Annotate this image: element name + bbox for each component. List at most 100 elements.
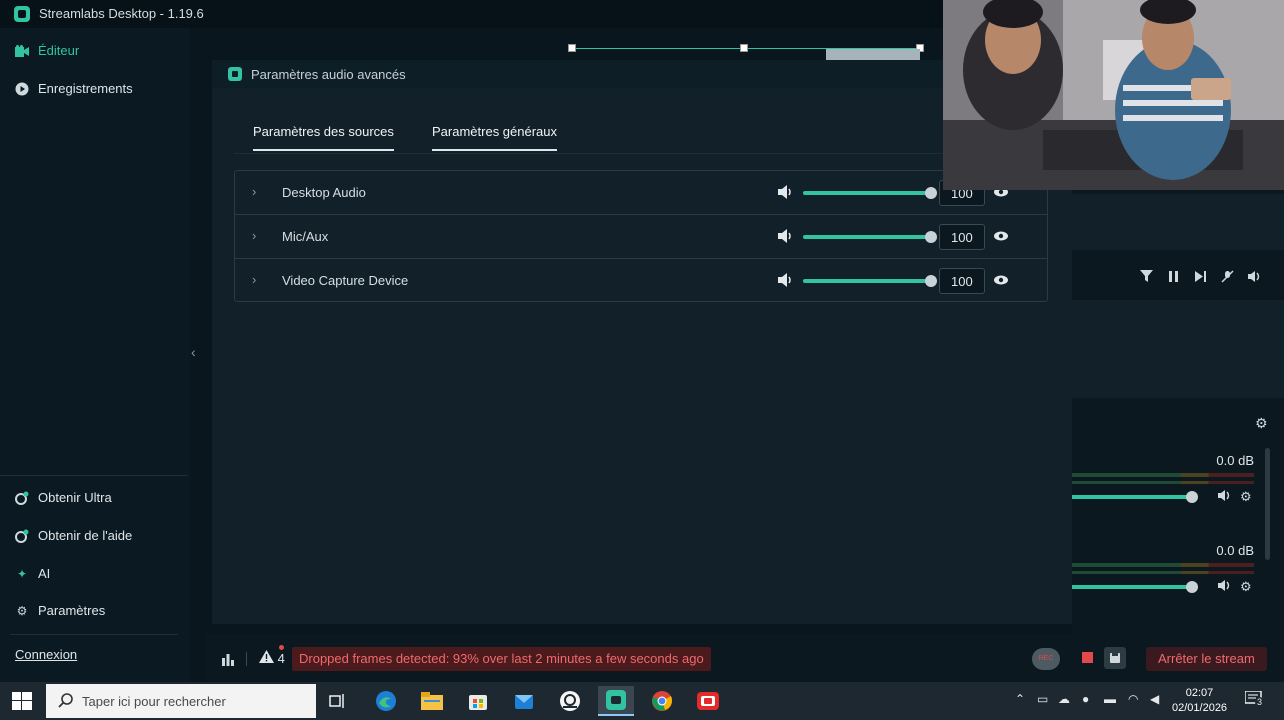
dropped-frames-alert[interactable]: Dropped frames detected: 93% over last 2…: [292, 647, 711, 671]
slider-track: [1072, 585, 1192, 589]
volume-slider[interactable]: [803, 187, 937, 199]
source-name: Mic/Aux: [282, 229, 329, 244]
volume-icon[interactable]: [1248, 270, 1262, 286]
speaker-icon[interactable]: ◀: [1150, 692, 1159, 706]
modal-title: Paramètres audio avancés: [251, 67, 406, 82]
cloud-icon[interactable]: ☁: [1058, 692, 1070, 706]
file-explorer-icon[interactable]: [414, 686, 450, 716]
speaker-icon[interactable]: [1218, 489, 1231, 505]
record-button[interactable]: REC: [1032, 648, 1060, 670]
sidebar-item-editor[interactable]: Éditeur: [15, 43, 79, 58]
device-icon[interactable]: ▭: [1037, 692, 1048, 706]
eye-icon[interactable]: [993, 271, 1009, 289]
windows-start-icon[interactable]: [12, 692, 32, 710]
notification-center-icon[interactable]: 3: [1244, 690, 1265, 710]
slider-handle[interactable]: [925, 187, 937, 199]
youtube-icon[interactable]: [690, 686, 726, 716]
chevron-right-icon[interactable]: ›: [252, 272, 256, 287]
slider-handle[interactable]: [1186, 581, 1198, 593]
streamlabs-taskbar-icon[interactable]: [598, 686, 634, 716]
webcam-overlay: [943, 0, 1284, 190]
resize-handle[interactable]: [740, 44, 748, 52]
mixer-scrollbar[interactable]: [1265, 448, 1270, 560]
gear-icon: ⚙: [16, 603, 28, 618]
channel-db-readout: 0.0 dB: [1216, 453, 1254, 468]
mail-icon[interactable]: [506, 686, 542, 716]
mute-mic-icon[interactable]: [1221, 270, 1234, 286]
slider-track: [803, 279, 931, 283]
volume-slider[interactable]: [803, 275, 937, 287]
sidebar-item-label: AI: [38, 566, 51, 581]
volume-input[interactable]: 100: [939, 268, 985, 294]
windows-taskbar: Taper ici pour rechercher ⌃ ▭ ☁ ● ▬ ◠ ◀ …: [0, 682, 1284, 720]
status-footer: 4 Dropped frames detected: 93% over last…: [206, 634, 1284, 682]
sidebar-item-ai[interactable]: ✦ AI: [15, 566, 50, 581]
level-meter: [1072, 481, 1254, 484]
source-name: Desktop Audio: [282, 185, 366, 200]
volume-slider[interactable]: [803, 231, 937, 243]
clock-time: 02:07: [1185, 687, 1214, 699]
eye-icon[interactable]: [993, 227, 1009, 245]
mixer-settings-gear-icon[interactable]: ⚙: [1255, 415, 1268, 432]
resize-handle[interactable]: [568, 44, 576, 52]
collapse-sidebar-chevron-icon[interactable]: ‹: [191, 344, 196, 360]
warnings-count: 4: [277, 651, 285, 666]
filter-icon[interactable]: [1140, 270, 1153, 286]
streamlabs-logo-icon: [228, 67, 242, 81]
scene-preview-strip[interactable]: [568, 44, 924, 60]
slider-handle[interactable]: [1186, 491, 1198, 503]
chevron-up-icon[interactable]: ⌃: [1015, 692, 1025, 706]
sources-list: [1072, 300, 1284, 398]
sidebar-item-help[interactable]: Obtenir de l'aide: [15, 528, 132, 543]
chevron-right-icon[interactable]: ›: [252, 228, 256, 243]
tab-general-settings[interactable]: Paramètres généraux: [432, 124, 558, 151]
chevron-right-icon[interactable]: ›: [252, 184, 256, 199]
notification-count: 3: [1255, 697, 1265, 707]
film-icon: [15, 44, 29, 58]
warning-triangle-icon: [259, 650, 274, 663]
channel-volume-slider[interactable]: [1072, 581, 1198, 593]
volume-input[interactable]: 100: [939, 224, 985, 250]
audio-source-row: › Mic/Aux 100: [235, 215, 1047, 259]
app-circle-icon[interactable]: [552, 686, 588, 716]
audio-source-row: › Desktop Audio 100: [235, 171, 1047, 215]
sidebar-item-ultra[interactable]: Obtenir Ultra: [15, 490, 112, 505]
save-replay-button[interactable]: [1104, 647, 1126, 669]
stop-stream-button[interactable]: Arrêter le stream: [1146, 647, 1267, 671]
taskbar-search-field[interactable]: Taper ici pour rechercher: [46, 684, 316, 718]
sidebar-item-recordings[interactable]: Enregistrements: [15, 81, 133, 96]
channel-volume-slider[interactable]: [1072, 491, 1198, 503]
sidebar-item-label: Enregistrements: [38, 81, 133, 96]
battery-icon[interactable]: ▬: [1104, 692, 1116, 706]
connect-link[interactable]: Connexion: [15, 647, 77, 662]
channel-gear-icon[interactable]: ⚙: [1240, 579, 1252, 595]
speaker-icon[interactable]: [1218, 579, 1231, 595]
edge-browser-icon[interactable]: [368, 686, 404, 716]
sidebar-item-label: Paramètres: [38, 603, 106, 618]
tab-source-settings[interactable]: Paramètres des sources: [253, 124, 394, 151]
left-sidebar: Éditeur Enregistrements Obtenir Ultra Ob…: [0, 28, 190, 682]
slider-handle[interactable]: [925, 231, 937, 243]
warnings-counter[interactable]: 4: [259, 650, 285, 666]
wifi-icon[interactable]: ◠: [1128, 692, 1138, 706]
speaker-icon[interactable]: [777, 271, 793, 289]
stop-square-icon[interactable]: [1082, 652, 1093, 663]
channel-gear-icon[interactable]: ⚙: [1240, 489, 1252, 505]
store-icon[interactable]: [460, 686, 496, 716]
pause-icon[interactable]: [1167, 270, 1180, 286]
search-icon: [58, 693, 74, 709]
speaker-icon[interactable]: [777, 183, 793, 201]
level-meter: [1072, 563, 1254, 567]
sidebar-item-label: Obtenir Ultra: [38, 490, 112, 505]
sidebar-item-settings[interactable]: ⚙ Paramètres: [15, 603, 106, 618]
slider-handle[interactable]: [925, 275, 937, 287]
microphone-icon[interactable]: ●: [1082, 692, 1089, 706]
slider-track: [803, 191, 931, 195]
speaker-icon[interactable]: [777, 227, 793, 245]
performance-bars-icon[interactable]: [221, 652, 235, 666]
source-name: Video Capture Device: [282, 273, 409, 288]
chrome-icon[interactable]: [644, 686, 680, 716]
clock[interactable]: 02:07 02/01/2026: [1172, 686, 1227, 716]
task-view-icon[interactable]: [320, 686, 356, 716]
skip-forward-icon[interactable]: [1194, 270, 1207, 286]
